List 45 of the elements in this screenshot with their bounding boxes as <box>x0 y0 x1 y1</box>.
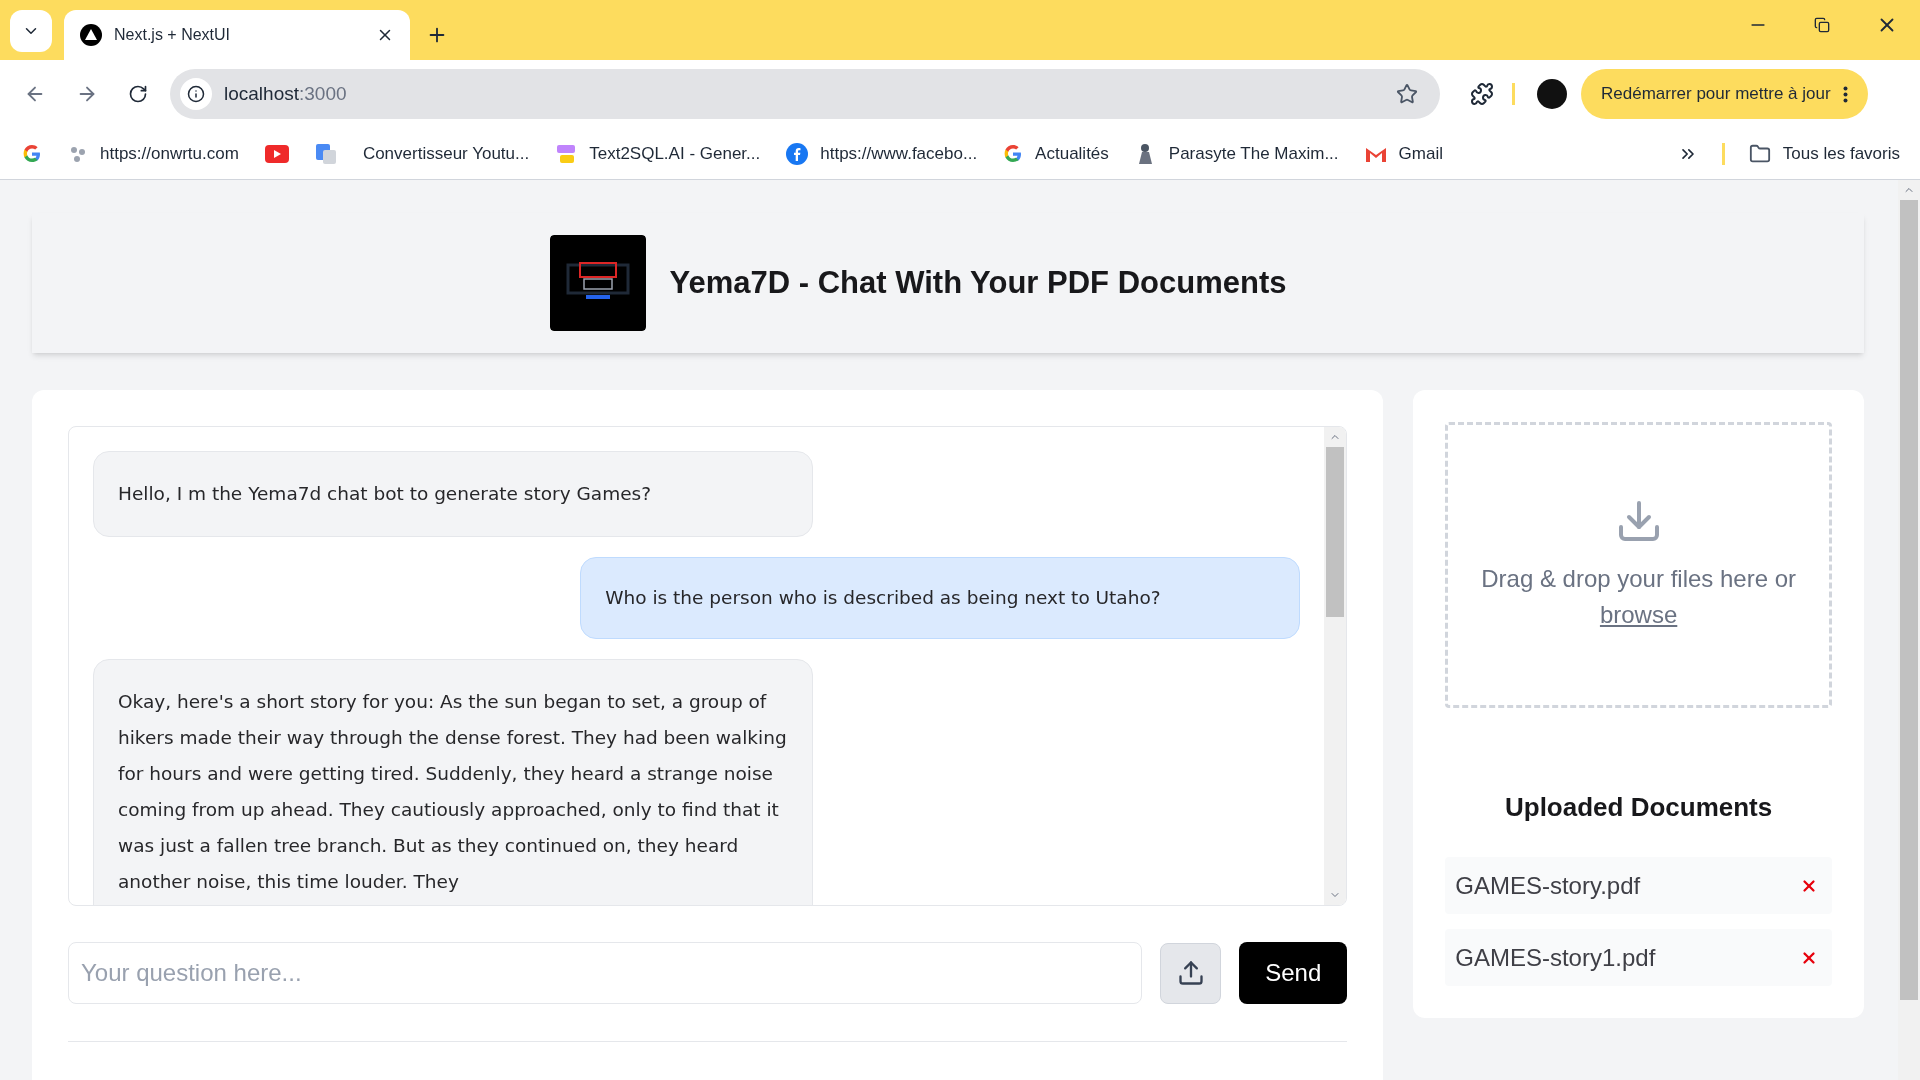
bookmark-link[interactable]: https://onwrtu.com <box>100 140 239 167</box>
reload-icon[interactable] <box>128 84 148 104</box>
bot-message: Hello, I m the Yema7d chat bot to generate story Games? <box>93 451 813 537</box>
all-bookmarks-link[interactable]: Tous les favoris <box>1782 140 1900 167</box>
update-button[interactable]: Redémarrer pour mettre à jour <box>1581 69 1868 119</box>
page-title: Yema7D - Chat With Your PDF Documents <box>669 263 1287 302</box>
more-icon <box>1842 85 1848 103</box>
bookmark-link[interactable]: Parasyte The Maxim... <box>1168 140 1339 167</box>
document-name: GAMES-story1.pdf <box>1455 942 1657 973</box>
bookmark-link[interactable]: Actualités <box>1035 140 1109 167</box>
tab-title: Next.js + NextUI <box>114 25 232 45</box>
user-message: Who is the person who is described as being next to Utaho? <box>580 557 1301 639</box>
folder-icon[interactable] <box>1748 142 1771 165</box>
document-item[interactable]: GAMES-story.pdf <box>1445 857 1832 914</box>
dropzone-text: Drag & drop your files here or <box>1481 565 1796 592</box>
document-item[interactable]: GAMES-story1.pdf <box>1445 929 1832 986</box>
bookmark-link[interactable]: https://www.facebo... <box>820 140 978 167</box>
avatar-icon[interactable] <box>1537 79 1567 109</box>
play-icon <box>264 144 289 163</box>
google-icon[interactable] <box>1003 143 1024 164</box>
bookmark-star-icon[interactable] <box>1396 83 1418 105</box>
translate-icon <box>314 142 337 165</box>
restore-icon[interactable] <box>1814 17 1830 33</box>
page-scrollbar[interactable] <box>1898 180 1920 1080</box>
address-bar[interactable]: localhost:3000 <box>170 69 1440 119</box>
facebook-icon <box>786 142 809 165</box>
question-field[interactable]: Your question here... <box>68 942 1143 1004</box>
uploads-heading: Uploaded Documents <box>1504 791 1774 824</box>
document-name: GAMES-story.pdf <box>1455 870 1642 901</box>
bot-message: Okay, here's a short story for you: As the sun began to set, a group of hikers made their way through the dense forest. They had been walking for hours and were getting tired. Suddenly, they heard a strange noise coming from up ahead. They cautiously approached, only to find that it was just a fallen tree branch. But as they continued on, they heard another noise, this time louder. They <box>93 659 813 905</box>
address-text: localhost:3000 <box>224 81 348 106</box>
browser-tab[interactable]: Next.js + NextUI <box>64 10 410 60</box>
upload-button[interactable] <box>1160 942 1222 1004</box>
bookmark-link[interactable]: Convertisseur Youtu... <box>362 140 530 167</box>
site-info-icon[interactable] <box>180 78 212 110</box>
upload-icon <box>1176 959 1205 987</box>
bookmark-link[interactable]: Gmail <box>1398 140 1443 167</box>
dropzone[interactable]: Drag & drop your files here or browse <box>1445 422 1832 708</box>
send-button[interactable]: Send <box>1239 942 1348 1004</box>
triangle-logo-icon <box>80 24 102 46</box>
google-icon[interactable] <box>22 143 42 164</box>
bookmark-link[interactable]: Text2SQL.AI - Gener... <box>589 140 761 167</box>
extensions-icon[interactable] <box>1470 82 1494 106</box>
database-icon <box>555 142 578 165</box>
browse-link[interactable]: browse <box>1599 601 1678 628</box>
